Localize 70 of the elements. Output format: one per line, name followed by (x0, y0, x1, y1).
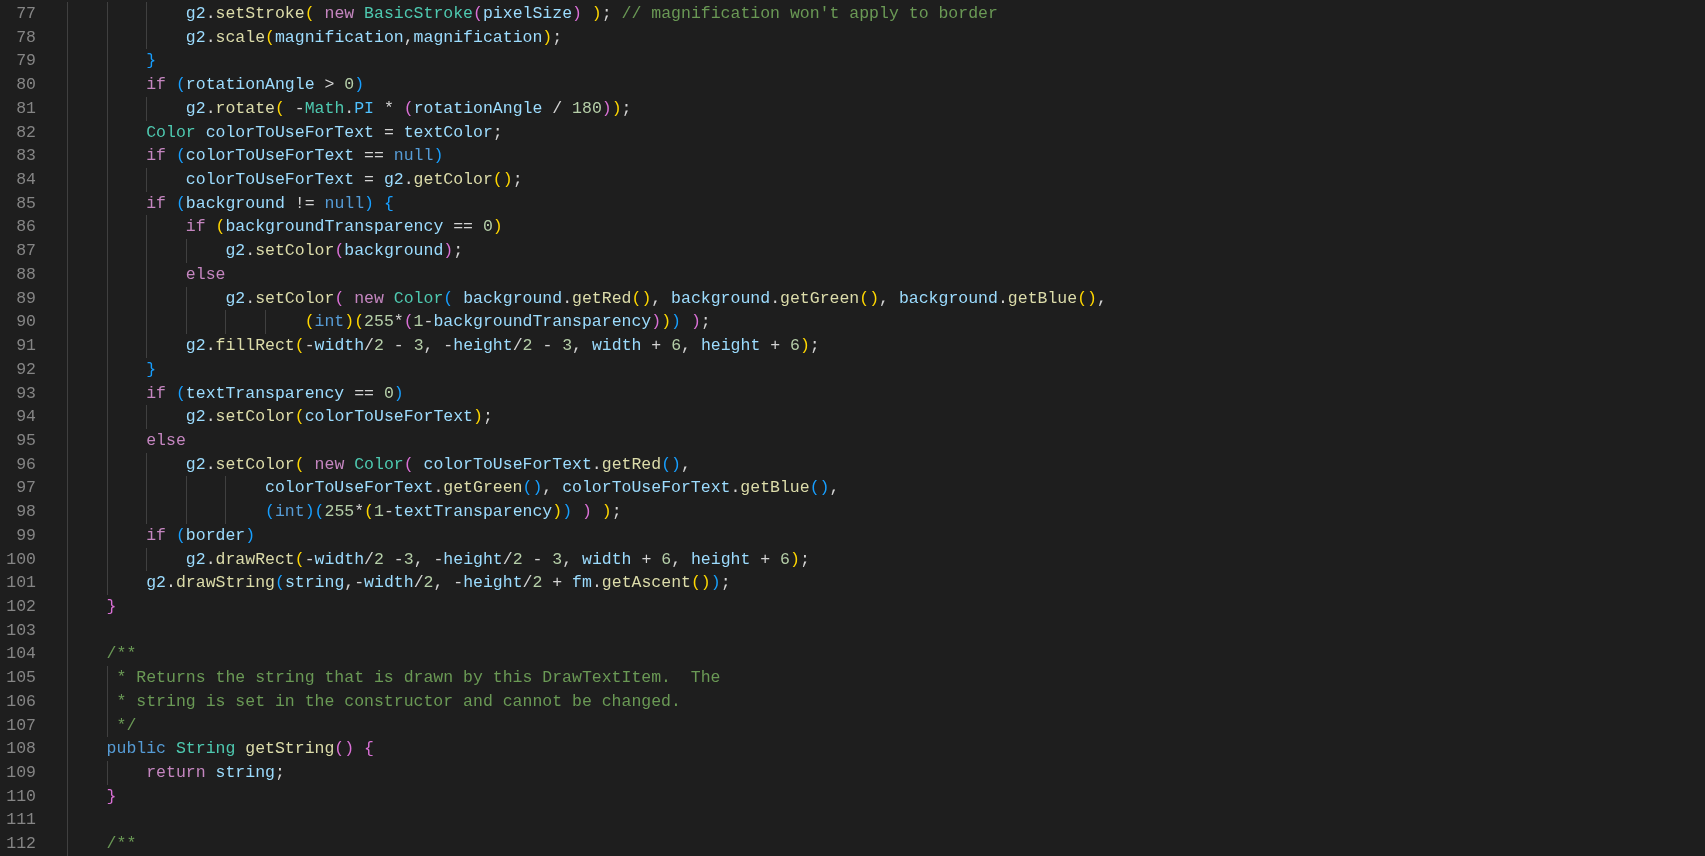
line-number: 89 (15, 287, 36, 310)
code-line: if (colorToUseForText == null) (146, 145, 444, 168)
code-line: else (146, 429, 186, 452)
line-number: 110 (5, 785, 36, 808)
line-number: 81 (15, 97, 36, 120)
code-comment: */ (116, 714, 137, 737)
code-line: g2.drawRect(-width/2 -3, -height/2 - 3, width + 6, height + 6); (185, 548, 810, 571)
line-number: 106 (5, 690, 36, 713)
line-number: 101 (5, 572, 36, 595)
line-number: 91 (15, 335, 36, 358)
line-number: 96 (15, 453, 36, 476)
code-line: } (146, 50, 157, 73)
code-line: g2.setColor(colorToUseForText); (185, 406, 493, 429)
line-number: 105 (5, 667, 36, 690)
line-number: 94 (15, 406, 36, 429)
code-line: colorToUseForText.getGreen(), colorToUseForText.getBlue(), (265, 477, 840, 500)
line-number: 84 (15, 169, 36, 192)
line-number: 92 (15, 358, 36, 381)
code-line: else (185, 263, 226, 286)
code-line: } (106, 785, 117, 808)
line-number: 95 (15, 429, 36, 452)
line-number: 86 (15, 216, 36, 239)
line-number: 107 (5, 714, 36, 737)
code-line: Color colorToUseForText = textColor; (146, 121, 503, 144)
line-number: 82 (15, 121, 36, 144)
code-comment: * string is set in the constructor and cannot be changed. (116, 690, 681, 713)
code-line: if (background != null) { (146, 192, 394, 215)
line-number: 103 (5, 619, 36, 642)
code-line: colorToUseForText = g2.getColor(); (185, 169, 523, 192)
code-line: if (textTransparency == 0) (146, 382, 404, 405)
code-line: public String getString() { (106, 738, 374, 761)
line-number: 98 (15, 501, 36, 524)
code-line: g2.setColor( new Color( background.getRed(), background.getGreen(), background.getBlue(), (225, 287, 1107, 310)
line-number: 108 (5, 738, 36, 761)
code-line: g2.scale(magnification,magnification); (185, 26, 563, 49)
code-line: if (backgroundTransparency == 0) (185, 216, 503, 239)
line-number: 88 (15, 263, 36, 286)
line-number: 79 (15, 50, 36, 73)
line-number: 77 (15, 3, 36, 25)
code-line: if (rotationAngle > 0) (146, 74, 365, 97)
line-number: 102 (5, 595, 36, 618)
code-comment: /** (106, 833, 137, 856)
line-number: 78 (15, 26, 36, 49)
line-number: 109 (5, 762, 36, 784)
line-number: 97 (15, 477, 36, 500)
line-number: 87 (15, 240, 36, 263)
line-number: 85 (15, 192, 36, 215)
code-line: if (border) (146, 524, 256, 547)
line-number: 100 (5, 548, 36, 571)
code-line: g2.drawString(string,-width/2, -height/2 + fm.getAscent()); (146, 572, 731, 595)
code-line: g2.rotate( -Math.PI * (rotationAngle / 180)); (185, 97, 632, 120)
line-number: 93 (15, 382, 36, 405)
code-line: (int)(255*(1-textTransparency)) ) ); (265, 501, 622, 524)
line-number: 111 (5, 809, 36, 832)
line-number: 104 (5, 643, 36, 666)
code-line: return string; (146, 762, 285, 784)
line-number: 80 (15, 74, 36, 97)
line-number: 90 (15, 311, 36, 334)
code-line: g2.setColor( new Color( colorToUseForText.getRed(), (185, 453, 691, 476)
code-line: } (146, 358, 157, 381)
code-comment: /** (106, 643, 137, 666)
code-line: } (106, 595, 117, 618)
code-line: g2.setColor(background); (225, 240, 464, 263)
code-line: g2.setStroke( new BasicStroke(pixelSize) ); // magnification won't apply to border (185, 3, 998, 25)
line-number: 83 (15, 145, 36, 168)
code-line: g2.fillRect(-width/2 - 3, -height/2 - 3, width + 6, height + 6); (185, 335, 820, 358)
code-comment: * Returns the string that is drawn by this DrawTextItem. The (116, 667, 721, 690)
line-number: 112 (5, 833, 36, 856)
code-line: (int)(255*(1-backgroundTransparency))) ); (304, 311, 711, 334)
line-number: 99 (15, 524, 36, 547)
